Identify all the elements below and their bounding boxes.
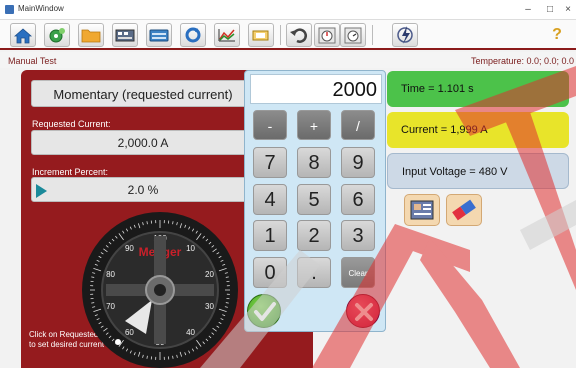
knob-tick: [91, 276, 95, 278]
report-button[interactable]: [404, 194, 440, 226]
chart-button[interactable]: [214, 23, 240, 47]
toolbar: ?: [0, 20, 576, 50]
key-7[interactable]: 7: [253, 147, 287, 178]
knob-scale-label: 90: [125, 244, 134, 253]
screen-name: Manual Test: [8, 56, 57, 66]
app-icon: [5, 5, 14, 14]
knob-tick: [225, 276, 229, 278]
key-0[interactable]: 0: [253, 257, 287, 288]
home-icon: [13, 28, 33, 44]
help-button[interactable]: ?: [544, 23, 570, 47]
confirm-button[interactable]: [247, 294, 281, 328]
knob-tick: [225, 302, 229, 304]
timer-button[interactable]: [314, 23, 340, 47]
increment-percent-field[interactable]: 2.0 %: [31, 177, 255, 202]
folder-icon: [81, 29, 101, 43]
toolbar-separator: [280, 25, 281, 45]
checkmark-icon: [254, 302, 276, 321]
home-button[interactable]: [10, 23, 36, 47]
status-row: Manual Test Temperature: 0.0; 0.0; 0.0: [0, 52, 576, 68]
increment-percent-label: Increment Percent:: [32, 167, 109, 177]
knob-indicator: [115, 339, 121, 345]
erase-button[interactable]: [446, 194, 482, 226]
key-4[interactable]: 4: [253, 184, 287, 215]
timer-icon: [318, 27, 336, 44]
eraser-icon: [452, 199, 476, 221]
open-button[interactable]: [78, 23, 104, 47]
knob-scale-label: 40: [186, 328, 195, 337]
refresh-icon: [185, 27, 201, 43]
voltage-readout: Input Voltage = 480 V: [387, 153, 569, 189]
keyboard-icon: [149, 29, 169, 42]
knob-scale-label: 80: [106, 270, 115, 279]
flag-button[interactable]: [248, 23, 274, 47]
knob-tick: [146, 221, 148, 225]
keypad-display: 2000: [250, 74, 382, 104]
key-3[interactable]: 3: [341, 220, 375, 251]
lightning-icon: [397, 26, 413, 44]
key-8[interactable]: 8: [297, 147, 331, 178]
undo-button[interactable]: [286, 23, 312, 47]
current-adjust-knob[interactable]: 102030405060708090100 Megger: [80, 206, 240, 368]
current-readout: Current = 1,999 A: [387, 112, 569, 148]
requested-current-field[interactable]: 2,000.0 A: [31, 130, 255, 155]
lightning-button[interactable]: [392, 23, 418, 47]
clear-key[interactable]: Clear: [341, 257, 375, 288]
divide-key[interactable]: /: [341, 110, 375, 140]
knob-scale-label: 20: [205, 270, 214, 279]
requested-current-label: Requested Current:: [32, 119, 111, 129]
settings-button[interactable]: [44, 23, 70, 47]
help-icon: ?: [552, 26, 562, 43]
cancel-button[interactable]: [346, 294, 380, 328]
close-button[interactable]: ×: [560, 3, 576, 17]
minimize-button[interactable]: –: [520, 3, 536, 17]
knob-tick: [91, 302, 95, 304]
play-icon[interactable]: [36, 184, 47, 198]
gear-icon: [49, 28, 65, 43]
key-1[interactable]: 1: [253, 220, 287, 251]
keyboard-button[interactable]: [146, 23, 172, 47]
chart-icon: [218, 29, 235, 42]
key-2[interactable]: 2: [297, 220, 331, 251]
key-5[interactable]: 5: [297, 184, 331, 215]
temperature-readout: Temperature: 0.0; 0.0; 0.0: [470, 56, 574, 66]
knob-tick: [172, 221, 174, 225]
knob-scale-label: 60: [125, 328, 134, 337]
mode-selector[interactable]: Momentary (requested current): [31, 80, 255, 107]
decimal-key[interactable]: .: [297, 257, 331, 288]
close-icon: [355, 303, 373, 321]
title-bar: MainWindow – □ ×: [0, 0, 576, 20]
report-icon: [410, 200, 434, 220]
knob-scale-label: 10: [186, 244, 195, 253]
knob-scale-label: 30: [205, 302, 214, 311]
knob-tick: [146, 355, 148, 359]
toolbar-separator: [372, 25, 373, 45]
maximize-button[interactable]: □: [542, 3, 558, 17]
panel-button[interactable]: [112, 23, 138, 47]
knob-scale-label: 70: [106, 302, 115, 311]
key-6[interactable]: 6: [341, 184, 375, 215]
time-readout: Time = 1.101 s: [387, 71, 569, 107]
key-9[interactable]: 9: [341, 147, 375, 178]
flag-icon: [252, 30, 269, 41]
panel-icon: [115, 29, 135, 42]
minus-key[interactable]: -: [253, 110, 287, 140]
plus-key[interactable]: +: [297, 110, 331, 140]
refresh-button[interactable]: [180, 23, 206, 47]
window-title: MainWindow: [18, 4, 64, 13]
timer-reset-button[interactable]: [340, 23, 366, 47]
undo-icon: [290, 28, 307, 43]
timer-reset-icon: [344, 27, 362, 44]
knob-tick: [172, 355, 174, 359]
